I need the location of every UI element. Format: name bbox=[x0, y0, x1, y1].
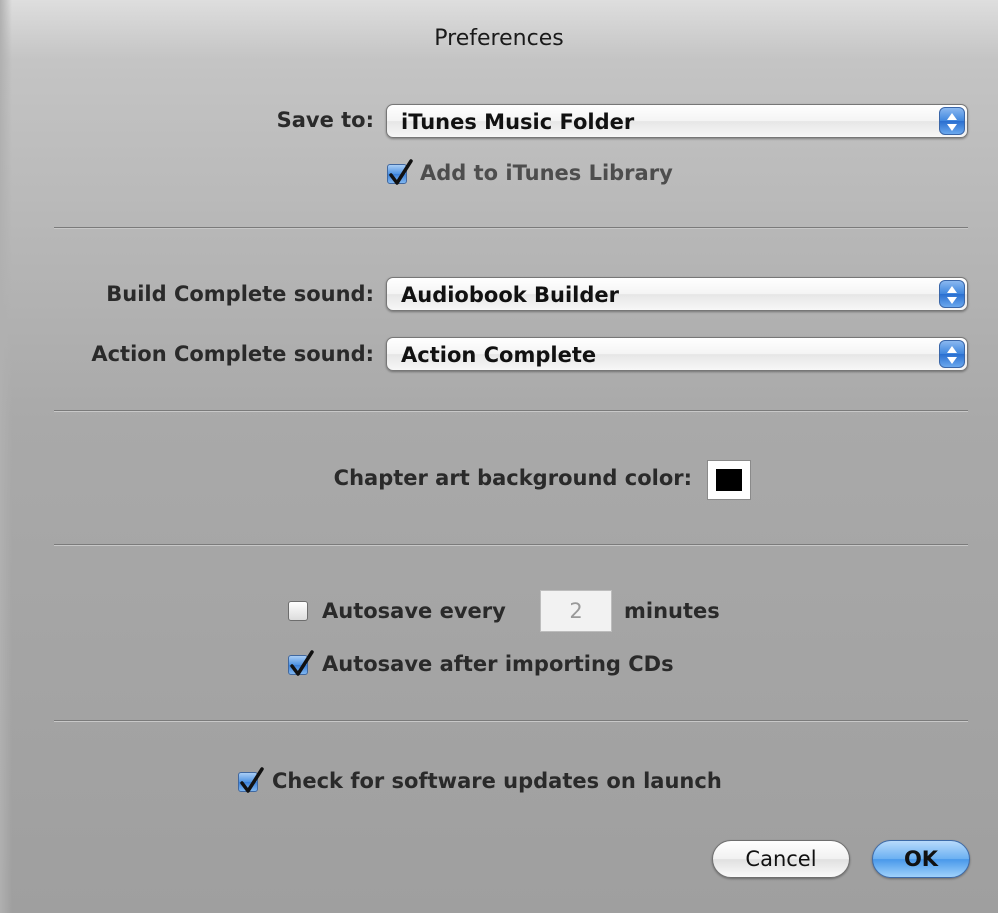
autosave-after-import-checkbox[interactable] bbox=[288, 650, 314, 676]
action-complete-popup[interactable]: Action Complete bbox=[386, 337, 968, 371]
autosave-every-checkbox[interactable] bbox=[288, 601, 308, 621]
chapter-art-color-well[interactable] bbox=[707, 460, 751, 500]
checkmark-icon bbox=[389, 159, 413, 185]
separator bbox=[54, 544, 968, 546]
save-to-value: iTunes Music Folder bbox=[401, 110, 635, 134]
separator bbox=[54, 720, 968, 722]
separator bbox=[54, 227, 968, 229]
action-complete-value: Action Complete bbox=[401, 343, 597, 367]
action-complete-label: Action Complete sound: bbox=[91, 342, 374, 366]
up-down-arrows-icon bbox=[939, 340, 965, 368]
window-shadow bbox=[0, 0, 12, 913]
autosave-minutes-field[interactable]: 2 bbox=[540, 590, 612, 632]
build-complete-value: Audiobook Builder bbox=[401, 283, 620, 307]
up-down-arrows-icon bbox=[939, 107, 965, 135]
checkmark-icon bbox=[240, 767, 264, 793]
window-title: Preferences bbox=[434, 26, 564, 51]
add-to-library-label: Add to iTunes Library bbox=[420, 161, 673, 185]
preferences-window: Preferences Save to: iTunes Music Folder… bbox=[0, 0, 998, 913]
up-down-arrows-icon bbox=[939, 280, 965, 308]
autosave-every-label: Autosave every bbox=[322, 599, 506, 623]
build-complete-popup[interactable]: Audiobook Builder bbox=[386, 277, 968, 311]
chapter-art-label: Chapter art background color: bbox=[333, 466, 692, 490]
autosave-after-import-label: Autosave after importing CDs bbox=[322, 652, 674, 676]
autosave-minutes-label: minutes bbox=[624, 599, 720, 623]
color-swatch bbox=[716, 469, 742, 491]
add-to-library-checkbox[interactable] bbox=[387, 159, 413, 185]
cancel-button[interactable]: Cancel bbox=[712, 840, 850, 878]
check-updates-label: Check for software updates on launch bbox=[272, 769, 722, 793]
checkmark-icon bbox=[290, 650, 314, 676]
save-to-label: Save to: bbox=[276, 108, 374, 132]
ok-button[interactable]: OK bbox=[872, 840, 970, 878]
build-complete-label: Build Complete sound: bbox=[106, 282, 374, 306]
separator bbox=[54, 410, 968, 412]
save-to-popup[interactable]: iTunes Music Folder bbox=[386, 104, 968, 138]
check-updates-checkbox[interactable] bbox=[238, 767, 264, 793]
